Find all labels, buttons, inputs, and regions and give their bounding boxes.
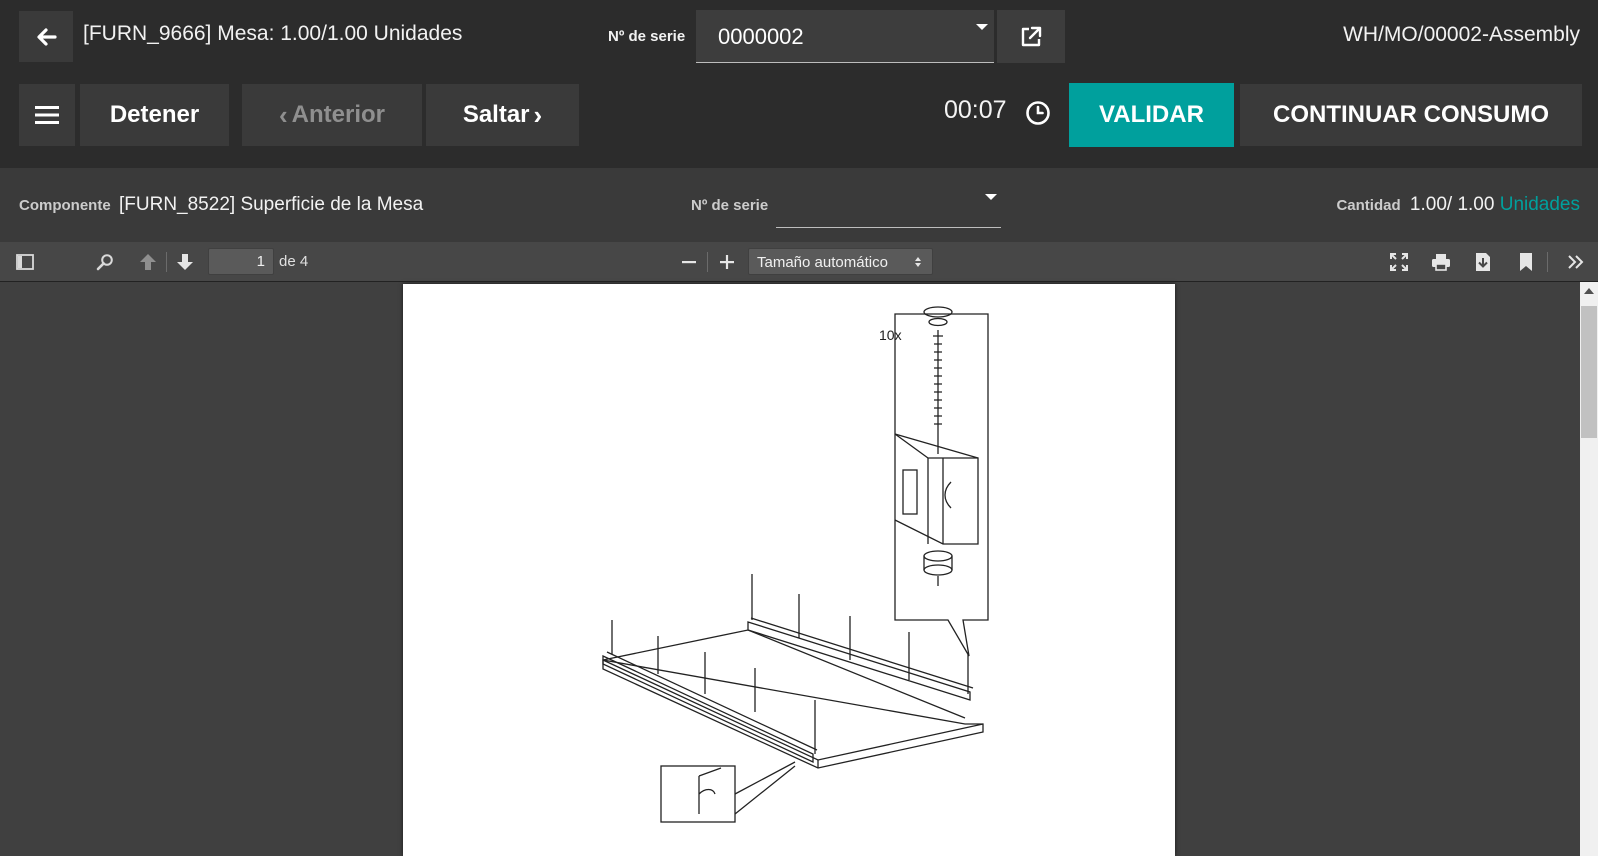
- pdf-viewer[interactable]: 10x: [0, 282, 1598, 856]
- anterior-label: Anterior: [291, 101, 385, 128]
- chevron-down-icon: [985, 194, 997, 200]
- zoom-in-button[interactable]: [716, 250, 738, 274]
- serial-label: Nº de serie: [608, 28, 686, 45]
- presentation-mode-button[interactable]: [1388, 250, 1410, 274]
- quantity-unit: Unidades: [1499, 194, 1580, 215]
- component-quantity: Cantidad 1.00/ 1.00 Unidades: [1336, 194, 1580, 216]
- clock-icon: [1026, 101, 1050, 125]
- assembly-drawing: 10x: [602, 306, 989, 823]
- component-serial-select[interactable]: [776, 180, 1001, 228]
- print-button[interactable]: [1430, 250, 1452, 274]
- serial-value: 0000002: [718, 24, 804, 49]
- component-name: [FURN_8522] Superficie de la Mesa: [119, 194, 424, 215]
- detener-button[interactable]: Detener: [80, 84, 229, 146]
- page-count: de 4: [279, 253, 309, 270]
- back-button[interactable]: [19, 11, 73, 62]
- quantity-value: 1.00/ 1.00: [1409, 194, 1495, 215]
- zoom-value: Tamaño automático: [757, 254, 888, 271]
- download-button[interactable]: [1472, 250, 1494, 274]
- zoom-out-button[interactable]: [678, 250, 700, 274]
- search-icon: [96, 254, 113, 271]
- saltar-button[interactable]: Saltar ›: [426, 84, 579, 146]
- menu-button[interactable]: [19, 84, 75, 146]
- quantity-callout: 10x: [879, 327, 902, 343]
- bookmark-icon: [1520, 253, 1532, 271]
- quantity-label: Cantidad: [1336, 197, 1401, 214]
- zoom-select[interactable]: Tamaño automático: [748, 248, 933, 275]
- timer: 00:07: [944, 96, 1007, 124]
- chevron-down-icon: [976, 24, 988, 30]
- validar-button[interactable]: VALIDAR: [1069, 83, 1234, 147]
- plus-icon: [720, 255, 734, 269]
- sidebar-toggle-icon: [16, 254, 34, 270]
- component-label: Componente: [19, 197, 111, 214]
- toolbar-separator: [166, 252, 167, 272]
- minus-icon: [682, 261, 696, 264]
- chevron-left-icon: ‹: [278, 99, 288, 130]
- page-number-input[interactable]: 1: [208, 248, 274, 275]
- anterior-button[interactable]: ‹ Anterior: [242, 84, 422, 146]
- pdf-page: 10x: [403, 284, 1175, 856]
- sidebar-toggle-button[interactable]: [14, 250, 36, 274]
- continuar-consumo-button[interactable]: CONTINUAR CONSUMO: [1240, 84, 1582, 146]
- component-bar: Componente [FURN_8522] Superficie de la …: [0, 168, 1598, 242]
- chevron-right-icon: ›: [533, 99, 543, 130]
- next-page-button[interactable]: [174, 250, 196, 274]
- hamburger-icon: [35, 106, 59, 124]
- print-icon: [1432, 254, 1450, 271]
- external-link-icon: [1021, 26, 1042, 46]
- arrow-up-icon: [140, 254, 156, 270]
- arrow-left-icon: [37, 27, 57, 46]
- select-arrows-icon: [915, 257, 921, 267]
- saltar-label: Saltar: [462, 101, 530, 128]
- scrollbar[interactable]: [1580, 282, 1598, 856]
- action-bar: Detener ‹ Anterior Saltar › 00:07 VALIDA…: [0, 72, 1598, 168]
- open-external-button[interactable]: [997, 10, 1065, 63]
- toolbar-separator: [1547, 252, 1548, 272]
- double-chevron-right-icon: [1568, 255, 1584, 269]
- production-title: [FURN_9666] Mesa: 1.00/1.00 Unidades: [83, 22, 463, 45]
- scrollbar-thumb[interactable]: [1581, 306, 1597, 438]
- manufacturing-order-reference: WH/MO/00002-Assembly: [1343, 23, 1580, 46]
- pdf-toolbar: 1 de 4 Tamaño automático: [0, 242, 1598, 282]
- top-bar: [FURN_9666] Mesa: 1.00/1.00 Unidades Nº …: [0, 0, 1598, 72]
- toolbar-separator: [707, 252, 708, 272]
- find-button[interactable]: [94, 250, 116, 274]
- download-icon: [1476, 253, 1490, 271]
- arrow-down-icon: [177, 254, 193, 270]
- bookmark-button[interactable]: [1515, 250, 1537, 274]
- component-serial-label: Nº de serie: [691, 197, 769, 214]
- tools-button[interactable]: [1565, 250, 1587, 274]
- previous-page-button[interactable]: [137, 250, 159, 274]
- serial-select[interactable]: 0000002: [696, 10, 994, 63]
- fullscreen-icon: [1390, 253, 1408, 271]
- scroll-up-icon[interactable]: [1584, 288, 1594, 294]
